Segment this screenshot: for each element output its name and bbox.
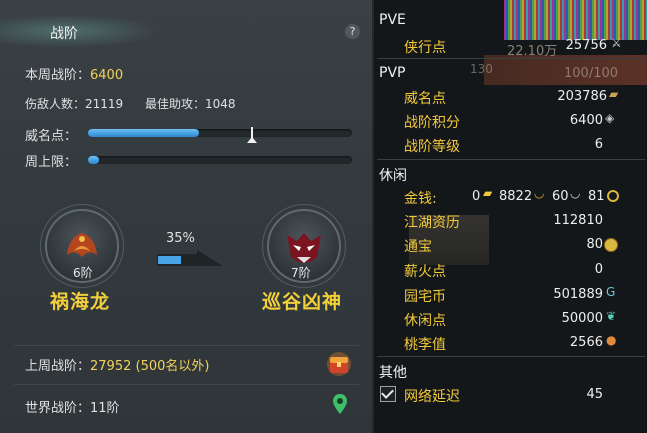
currency-panel: 22.10万 130 100/100 PVE 侠行点 25756 ⚔ PVP 威… — [374, 0, 647, 433]
rank-panel: 战阶 ? 本周战阶：6400 伤敌人数：21119 最佳助攻：1048 威名点：… — [0, 0, 374, 433]
last-week-rank-label: 上周战阶： — [25, 359, 91, 374]
divider — [14, 345, 359, 346]
prestige-marker — [247, 127, 257, 143]
rank-progress-percent: 35% — [166, 231, 195, 246]
prestige-label: 威名点： — [25, 129, 78, 144]
xiaxing-value: 25756 — [565, 38, 607, 53]
banner-icon: ▰ — [609, 87, 619, 101]
xiuxian-value: 50000 — [561, 311, 603, 326]
background-text: 22.10万 — [507, 44, 558, 59]
money-gold-value: 0 — [472, 189, 481, 204]
zhanjie-dengji-value: 6 — [594, 137, 603, 152]
divider — [14, 384, 359, 385]
section-other: 其他 — [379, 365, 407, 381]
last-week-rank-row: 上周战阶：27952 (500名以外) — [25, 355, 209, 374]
prestige-bar-fill — [88, 129, 199, 137]
treasure-chest-icon[interactable] — [325, 351, 353, 377]
money-coin-value: 81 — [588, 189, 605, 204]
silver-ingot-icon: ◡ — [570, 186, 581, 200]
zhanjie-jifen-label: 战阶积分 — [404, 115, 460, 131]
taoli-value: 2566 — [569, 335, 603, 350]
header-glow — [0, 14, 160, 48]
tongbao-coin-icon — [604, 238, 618, 252]
rank-progress-arrow — [157, 250, 223, 266]
help-icon[interactable]: ? — [345, 24, 360, 39]
tongbao-label: 通宝 — [404, 239, 432, 255]
xinhuo-label: 薪火点 — [404, 264, 446, 280]
background-text: 100/100 — [564, 66, 619, 81]
money-silver-value: 8822 — [499, 189, 533, 204]
panel-header: 战阶 — [0, 14, 372, 48]
section-divider — [377, 159, 645, 160]
next-rank-level: 7阶 — [291, 266, 311, 280]
garden-coin-icon: G — [606, 285, 616, 299]
section-divider — [377, 356, 645, 357]
weekly-cap-bar — [88, 156, 352, 164]
zhanjie-jifen-value: 6400 — [569, 113, 603, 128]
weekly-rank-row: 本周战阶：6400 — [25, 64, 123, 83]
weekly-cap-label: 周上限： — [25, 155, 78, 170]
background-text: 130 — [470, 62, 493, 76]
latency-label: 网络延迟 — [404, 389, 460, 405]
yuanzhai-label: 园宅币 — [404, 289, 446, 305]
xinhuo-value: 0 — [594, 262, 603, 277]
leaf-icon: ❦ — [606, 309, 617, 323]
weekly-rank-value: 6400 — [90, 68, 124, 83]
taoli-label: 桃李值 — [404, 337, 446, 353]
jianghu-value: 112810 — [553, 213, 603, 228]
weiming-value: 203786 — [557, 89, 607, 104]
xiuxian-label: 休闲点 — [404, 313, 446, 329]
section-pve: PVE — [379, 12, 406, 28]
kills-stat: 伤敌人数：21119 — [25, 97, 124, 111]
sword-icon: ⚔ — [611, 36, 622, 50]
yuanzhai-value: 501889 — [553, 287, 603, 302]
next-rank-name: 巡谷凶神 — [262, 291, 343, 313]
money-copper-value: 60 — [552, 189, 569, 204]
jianghu-label: 江湖资历 — [404, 215, 460, 231]
current-rank-level: 6阶 — [73, 266, 93, 280]
background-game-ui — [504, 0, 647, 40]
crystal-icon: ◈ — [605, 111, 615, 125]
coin-icon — [607, 190, 619, 202]
weiming-label: 威名点 — [404, 91, 446, 107]
section-leisure: 休闲 — [379, 168, 407, 184]
xiaxing-label: 侠行点 — [404, 40, 446, 56]
peach-icon: ● — [606, 333, 617, 347]
last-week-rank-value: 27952 (500名以外) — [90, 359, 210, 374]
gold-bar-icon: ▰ — [483, 186, 493, 200]
assist-stat: 最佳助攻：1048 — [145, 97, 236, 111]
prestige-bar — [88, 127, 352, 143]
section-pvp: PVP — [379, 65, 406, 81]
section-divider — [377, 58, 645, 59]
world-rank: 世界战阶：11阶 — [25, 401, 120, 416]
tongbao-value: 80 — [586, 237, 603, 252]
location-pin-icon[interactable] — [333, 394, 347, 414]
current-rank-name: 祸海龙 — [50, 291, 111, 313]
money-label: 金钱: — [404, 191, 437, 207]
latency-checkbox[interactable] — [380, 386, 396, 402]
panel-title: 战阶 — [50, 26, 78, 42]
weekly-cap-bar-fill — [88, 156, 99, 164]
weekly-rank-label: 本周战阶： — [25, 68, 91, 83]
latency-value: 45 — [586, 387, 603, 402]
zhanjie-dengji-label: 战阶等级 — [404, 139, 460, 155]
ingot-icon: ◡ — [534, 186, 545, 200]
